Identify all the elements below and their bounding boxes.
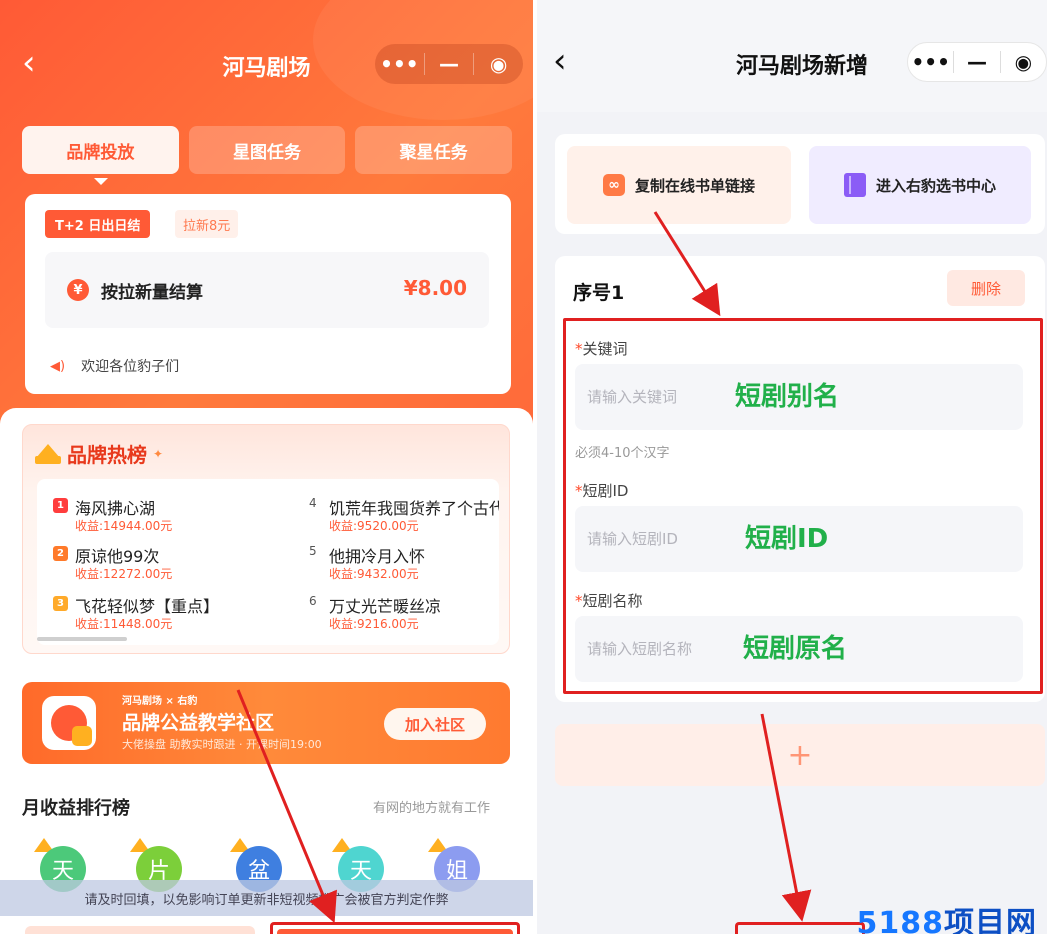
tab-brand-placement[interactable]: 品牌投放 <box>22 126 179 174</box>
banner-title: 品牌公益教学社区 <box>122 712 275 734</box>
drama-name: 万丈光芒暖丝凉 <box>329 597 442 616</box>
site-watermark: 5188项目网 <box>857 898 1038 934</box>
book-icon <box>843 173 866 197</box>
rank-number: 6 <box>309 594 317 608</box>
tab-indicator <box>94 178 108 185</box>
enter-book-center-button[interactable]: 进入右豹选书中心 <box>809 146 1031 224</box>
left-phone-screen: ‹ 河马剧场 ••• — ◉ 品牌投放 星图任务 聚星任务 T+2 日出日结 拉… <box>0 0 533 934</box>
banner-subtitle: 大佬操盘 助教实时跟进 · 开课时间19:00 <box>122 738 322 751</box>
rank-number: 5 <box>309 544 317 558</box>
horizontal-scrollbar[interactable] <box>37 637 127 641</box>
copy-booklist-link-button[interactable]: ∞ 复制在线书单链接 <box>567 146 791 224</box>
hot-list-header: 品牌热榜 ✦ <box>35 439 163 468</box>
drama-income: 收益:9216.00元 <box>329 617 419 631</box>
list-item[interactable]: 4 饥荒年我囤货养了个古代 收益:9520.00元 <box>307 495 499 543</box>
bottom-button-left[interactable] <box>25 926 255 934</box>
crown-icon <box>35 443 61 464</box>
bottom-button-highlighted[interactable] <box>270 922 520 934</box>
join-community-button[interactable]: 加入社区 <box>384 708 486 740</box>
minimize-icon[interactable]: — <box>425 44 474 84</box>
monthly-ranking-title: 月收益排行榜 <box>22 798 130 819</box>
list-item[interactable]: 5 他拥冷月入怀 收益:9432.00元 <box>307 543 499 591</box>
watermark-text: 项目网 <box>944 906 1037 934</box>
annotation-highlight-box <box>563 318 1043 694</box>
bottom-submit-highlighted[interactable] <box>735 922 865 934</box>
delete-button[interactable]: 删除 <box>947 270 1025 306</box>
welcome-marquee: ◀) 欢迎各位豹子们 <box>50 356 179 376</box>
settlement-badge: T+2 日出日结 <box>45 210 151 238</box>
coin-icon: ¥ <box>67 279 89 301</box>
rank-badge: 1 <box>53 498 68 513</box>
task-tabs: 品牌投放 星图任务 聚星任务 <box>22 126 513 174</box>
monthly-ranking-slogan: 有网的地方就有工作 <box>373 801 491 816</box>
mini-program-capsule: ••• — ◉ <box>907 42 1047 82</box>
watermark-number: 5188 <box>856 906 944 934</box>
settlement-row: ¥ 按拉新量结算 ¥8.00 <box>45 252 489 328</box>
more-icon[interactable]: ••• <box>375 44 424 84</box>
drama-income: 收益:9520.00元 <box>329 519 419 533</box>
brand-hot-list: 品牌热榜 ✦ 1 海风拂心湖 收益:14944.00元 2 原谅他99次 收益:… <box>22 424 510 654</box>
community-banner[interactable]: 河马剧场 × 右豹 品牌公益教学社区 大佬操盘 助教实时跟进 · 开课时间19:… <box>22 682 510 764</box>
list-item[interactable]: 1 海风拂心湖 收益:14944.00元 <box>53 495 283 543</box>
tab-juxing-task[interactable]: 聚星任务 <box>355 126 513 174</box>
mini-program-capsule: ••• — ◉ <box>375 44 523 84</box>
drama-income: 收益:14944.00元 <box>75 519 173 533</box>
drama-name: 他拥冷月入怀 <box>329 547 426 566</box>
tab-star-map-task[interactable]: 星图任务 <box>188 126 346 174</box>
settlement-label: 按拉新量结算 <box>101 283 203 303</box>
hot-list-grid[interactable]: 1 海风拂心湖 收益:14944.00元 2 原谅他99次 收益:12272.0… <box>37 479 499 645</box>
settlement-amount: ¥8.00 <box>403 276 467 300</box>
list-item[interactable]: 2 原谅他99次 收益:12272.00元 <box>53 543 283 591</box>
right-phone-screen: ‹ 河马剧场新增 ••• — ◉ ∞ 复制在线书单链接 进入右豹选书中心 序号1… <box>537 0 1047 934</box>
rank-badge: 3 <box>53 596 68 611</box>
reward-tag: 拉新8元 <box>175 210 239 238</box>
banner-brand-line: 河马剧场 × 右豹 <box>122 696 198 707</box>
drama-name: 饥荒年我囤货养了个古代 <box>329 499 499 518</box>
close-target-icon[interactable]: ◉ <box>474 44 523 84</box>
hot-list-title: 品牌热榜 <box>67 443 147 467</box>
settlement-card: T+2 日出日结 拉新8元 ¥ 按拉新量结算 ¥8.00 ◀) 欢迎各位豹子们 <box>25 194 511 394</box>
drama-income: 收益:9432.00元 <box>329 567 419 581</box>
copy-booklist-label: 复制在线书单链接 <box>634 176 755 195</box>
enter-book-center-label: 进入右豹选书中心 <box>875 176 996 195</box>
drama-name: 原谅他99次 <box>75 547 160 566</box>
drama-name: 飞花轻似梦【重点】 <box>75 597 220 616</box>
rank-number: 4 <box>309 496 317 510</box>
add-entry-button[interactable]: + <box>555 724 1045 786</box>
more-icon[interactable]: ••• <box>908 42 953 82</box>
close-target-icon[interactable]: ◉ <box>1001 42 1046 82</box>
quick-actions-card: ∞ 复制在线书单链接 进入右豹选书中心 <box>555 134 1045 234</box>
link-icon: ∞ <box>602 174 625 196</box>
speaker-icon: ◀) <box>50 358 66 374</box>
list-item[interactable]: 3 飞花轻似梦【重点】 收益:11448.00元 <box>53 593 283 641</box>
drama-income: 收益:11448.00元 <box>75 617 173 631</box>
sparkle-icon: ✦ <box>153 446 164 461</box>
rank-badge: 2 <box>53 546 68 561</box>
community-logo <box>42 696 96 750</box>
minimize-icon[interactable]: — <box>954 42 999 82</box>
notice-bar: 请及时回填，以免影响订单更新非短视频推广会被官方判定作弊 <box>0 880 533 916</box>
entry-index: 序号1 <box>573 282 625 304</box>
drama-name: 海风拂心湖 <box>75 499 156 518</box>
list-item[interactable]: 6 万丈光芒暖丝凉 收益:9216.00元 <box>307 593 499 641</box>
drama-income: 收益:12272.00元 <box>75 567 173 581</box>
welcome-text: 欢迎各位豹子们 <box>81 359 180 375</box>
